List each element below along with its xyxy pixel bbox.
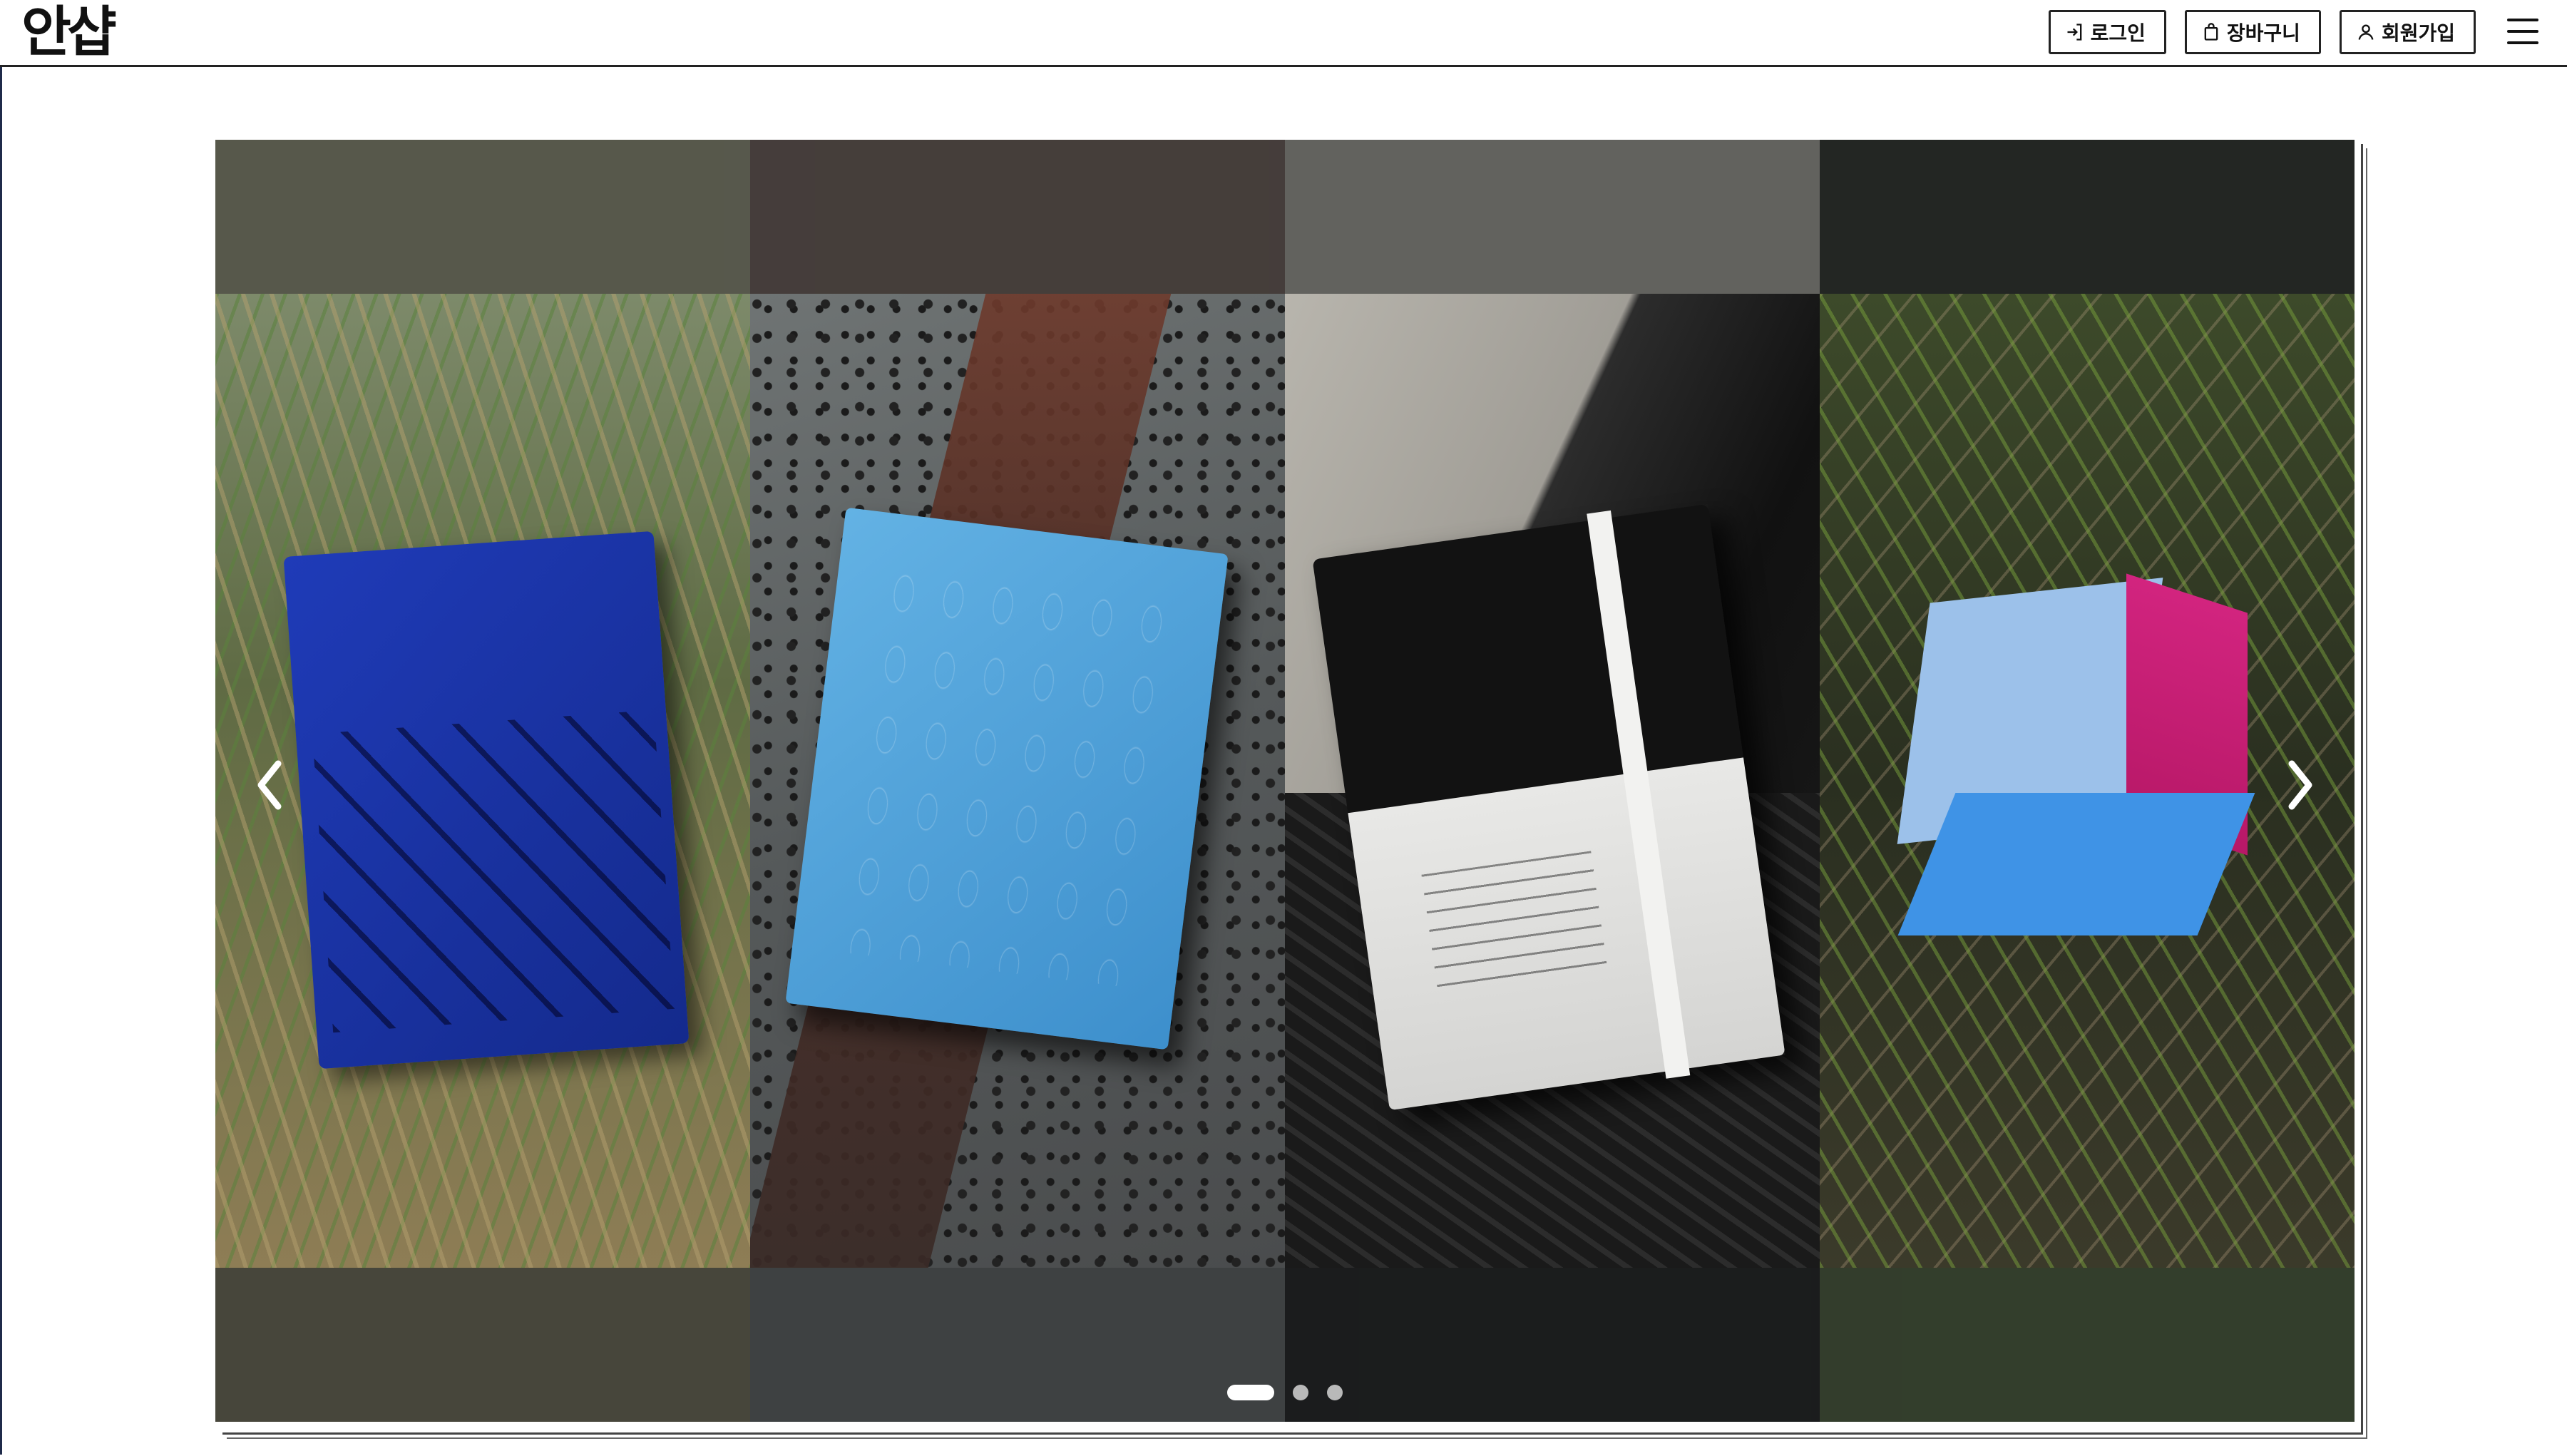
slide-cube[interactable] xyxy=(1820,294,2355,1268)
cart-button[interactable]: 장바구니 xyxy=(2184,10,2321,54)
chevron-right-icon[interactable] xyxy=(2279,753,2322,817)
login-button-label: 로그인 xyxy=(2090,21,2146,45)
login-icon xyxy=(2065,21,2085,43)
cart-button-label: 장바구니 xyxy=(2226,21,2300,45)
black-white-notebook-image xyxy=(1312,503,1785,1111)
signup-button-label: 회원가입 xyxy=(2381,21,2455,45)
slide-black-white-notebook[interactable] xyxy=(1285,294,1820,1268)
login-button[interactable]: 로그인 xyxy=(2048,10,2166,54)
carousel-pagination xyxy=(215,1385,2355,1400)
slide-light-blue-notebook[interactable] xyxy=(750,294,1285,1268)
signup-button[interactable]: 회원가입 xyxy=(2339,10,2476,54)
slide-navy-notebook[interactable] xyxy=(215,294,750,1268)
carousel-dot-2[interactable] xyxy=(1293,1385,1308,1400)
cube-image xyxy=(1897,573,2255,964)
shopping-bag-icon xyxy=(2201,21,2221,43)
hero-carousel[interactable] xyxy=(215,140,2355,1422)
light-blue-notebook-image xyxy=(785,507,1229,1050)
carousel-slides xyxy=(215,294,2355,1268)
carousel-top-strip xyxy=(215,140,2355,294)
user-icon xyxy=(2356,21,2376,43)
header-nav: 로그인 장바구니 회원가입 xyxy=(2048,10,2476,54)
hamburger-menu-icon[interactable] xyxy=(2507,19,2538,44)
chevron-left-icon[interactable] xyxy=(248,753,291,817)
site-header: 안샵 로그인 장바구니 회원가입 xyxy=(0,0,2567,67)
carousel-dot-1[interactable] xyxy=(1227,1385,1274,1400)
site-logo[interactable]: 안샵 xyxy=(21,1,117,63)
carousel-dot-3[interactable] xyxy=(1327,1385,1343,1400)
